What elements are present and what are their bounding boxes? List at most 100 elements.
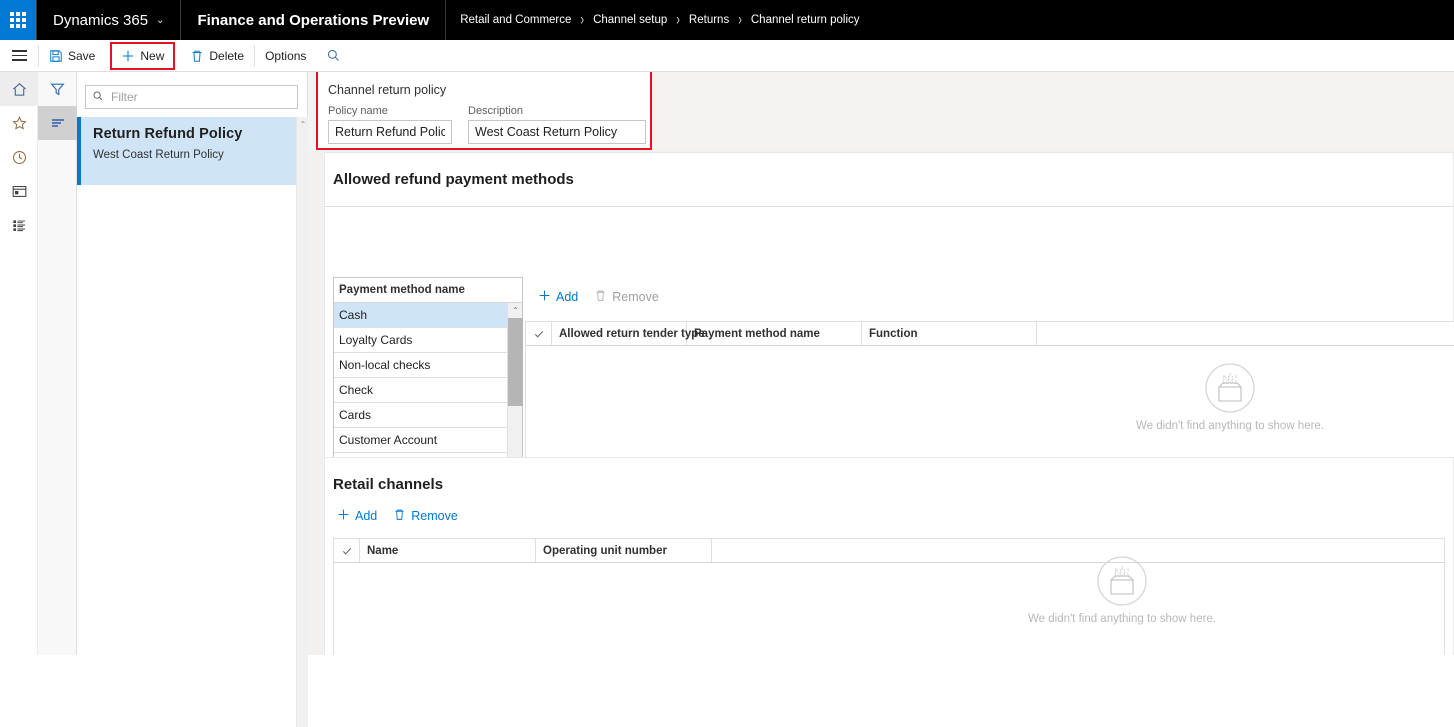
breadcrumb-item-channel-setup[interactable]: Channel setup: [593, 14, 667, 26]
policy-name-label: Policy name: [328, 105, 388, 117]
channels-column-name[interactable]: Name: [360, 539, 536, 562]
plus-icon: [337, 508, 350, 524]
refund-add-button[interactable]: Add: [532, 286, 584, 308]
payment-method-list-scrollbar[interactable]: ⌃ ⌄: [507, 303, 523, 470]
list-modules-icon: [12, 219, 25, 231]
description-field-group: Description: [468, 105, 646, 144]
workspace-window-icon: [12, 185, 26, 197]
svg-text:1 0 0 1: 1 0 0 1: [1114, 573, 1130, 579]
header-section-label: Channel return policy: [328, 83, 447, 97]
retail-channels-card: Retail channels Add Remove Name Operatin…: [324, 457, 1454, 655]
app-launcher-waffle-icon[interactable]: [0, 0, 36, 40]
payment-method-row-cash[interactable]: Cash: [334, 303, 522, 328]
chevron-right-icon: ›: [738, 11, 742, 29]
select-all-checkbox[interactable]: [526, 322, 552, 345]
options-label: Options: [265, 48, 307, 63]
delete-label: Delete: [209, 48, 245, 63]
payment-method-row-loyalty-cards[interactable]: Loyalty Cards: [334, 328, 522, 353]
refund-grid-toolbar: Add Remove: [532, 286, 665, 308]
home-icon: [12, 82, 26, 96]
list-item-title: Return Refund Policy: [93, 126, 243, 142]
refund-grid-empty-state: 0 1 1 1 0 0 1 We didn't find anything to…: [1136, 362, 1324, 432]
payment-method-list-header: Payment method name: [334, 278, 522, 303]
scrollbar-thumb[interactable]: [508, 318, 523, 406]
rail-item-home[interactable]: [0, 72, 38, 106]
payment-method-row-check[interactable]: Check: [334, 378, 522, 403]
scroll-up-icon[interactable]: ⌃: [508, 303, 523, 318]
trash-icon: [393, 508, 406, 524]
records-list-pane: Return Refund Policy West Coast Return P…: [77, 72, 308, 727]
policy-name-input[interactable]: [328, 120, 452, 144]
record-header-strip: Channel return policy Policy name Descri…: [308, 72, 1454, 150]
refund-column-payment-method-name[interactable]: Payment method name: [687, 322, 862, 345]
empty-box-icon: 0 1 1 1 0 0 1: [1205, 363, 1255, 413]
channels-remove-label: Remove: [411, 509, 458, 523]
channels-column-operating-unit-number[interactable]: Operating unit number: [536, 539, 712, 562]
trash-icon: [190, 49, 204, 63]
channels-grid-empty-state: 0 1 1 1 0 0 1 We didn't find anything to…: [1028, 555, 1216, 625]
filter-input[interactable]: [109, 89, 291, 105]
refund-remove-button: Remove: [588, 286, 665, 308]
toolbar-divider: [254, 44, 256, 67]
rail-item-workspaces[interactable]: [0, 174, 38, 208]
star-icon: [11, 115, 27, 130]
chevron-right-icon: ›: [580, 11, 585, 29]
channels-empty-message: We didn't find anything to show here.: [1028, 613, 1217, 625]
rail-item-recent[interactable]: [0, 140, 38, 174]
channels-data-grid: Name Operating unit number 0 1 1 1 0 0 1…: [333, 538, 1445, 655]
refund-grid-header-row: Allowed return tender type Payment metho…: [526, 322, 1454, 346]
empty-box-icon: 0 1 1 1 0 0 1: [1097, 556, 1147, 606]
filter-rail: [38, 72, 77, 655]
channels-grid-header-row: Name Operating unit number: [334, 539, 1444, 563]
refund-remove-label: Remove: [612, 290, 659, 304]
list-item[interactable]: Return Refund Policy West Coast Return P…: [77, 117, 297, 185]
delete-button[interactable]: Delete: [181, 43, 253, 69]
trash-icon: [594, 289, 607, 305]
rail-item-favorites[interactable]: [0, 106, 38, 140]
list-view-toggle[interactable]: [38, 106, 77, 140]
hamburger-menu-icon[interactable]: [0, 40, 38, 72]
new-label: New: [140, 48, 165, 63]
save-disk-icon: [49, 49, 63, 63]
payment-method-row-cards[interactable]: Cards: [334, 403, 522, 428]
filter-input-wrapper[interactable]: [85, 85, 298, 109]
chevron-right-icon: ›: [676, 11, 680, 29]
clock-icon: [12, 150, 26, 164]
channel-return-policy-header-card: Channel return policy Policy name Descri…: [316, 72, 652, 150]
rail-item-modules[interactable]: [0, 208, 38, 242]
brand-menu[interactable]: Dynamics 365 ⌄: [36, 0, 180, 40]
list-item-subtitle: West Coast Return Policy: [93, 149, 224, 161]
channels-add-button[interactable]: Add: [331, 505, 383, 527]
svg-text:1 0 0 1: 1 0 0 1: [1222, 380, 1238, 386]
refund-add-label: Add: [556, 290, 579, 304]
plus-icon: [538, 289, 551, 305]
list-pane-scrollbar[interactable]: ⌃: [296, 117, 308, 727]
refund-empty-message: We didn't find anything to show here.: [1136, 420, 1325, 432]
channels-remove-button[interactable]: Remove: [387, 505, 464, 527]
app-title: Finance and Operations Preview: [180, 0, 445, 40]
refund-column-allowed-return-tender-type[interactable]: Allowed return tender type: [552, 322, 705, 345]
save-button[interactable]: Save: [40, 43, 104, 69]
description-input[interactable]: [468, 120, 646, 144]
plus-icon: [121, 49, 135, 63]
breadcrumb-item-retail-and-commerce[interactable]: Retail and Commerce: [460, 14, 571, 26]
refund-column-function[interactable]: Function: [862, 322, 1037, 345]
select-all-checkbox[interactable]: [334, 539, 360, 562]
payment-method-list: Payment method name Cash Loyalty Cards N…: [333, 277, 523, 478]
navigation-rail: [0, 72, 38, 655]
new-button[interactable]: New: [110, 41, 176, 70]
search-icon: [92, 90, 104, 105]
breadcrumb-item-returns[interactable]: Returns: [689, 14, 729, 26]
options-button[interactable]: Options: [256, 43, 315, 69]
save-label: Save: [68, 48, 96, 63]
breadcrumb-item-channel-return-policy[interactable]: Channel return policy: [751, 14, 860, 26]
top-navigation-bar: Dynamics 365 ⌄ Finance and Operations Pr…: [0, 0, 1454, 40]
channels-card-title: Retail channels: [333, 476, 444, 493]
payment-method-row-customer-account[interactable]: Customer Account: [334, 428, 522, 453]
payment-method-row-non-local-checks[interactable]: Non-local checks: [334, 353, 522, 378]
list-lines-icon: [51, 119, 64, 127]
filter-panel-toggle[interactable]: [38, 72, 77, 106]
description-label: Description: [468, 105, 524, 117]
search-icon[interactable]: [316, 43, 350, 69]
brand-label: Dynamics 365: [53, 11, 149, 29]
